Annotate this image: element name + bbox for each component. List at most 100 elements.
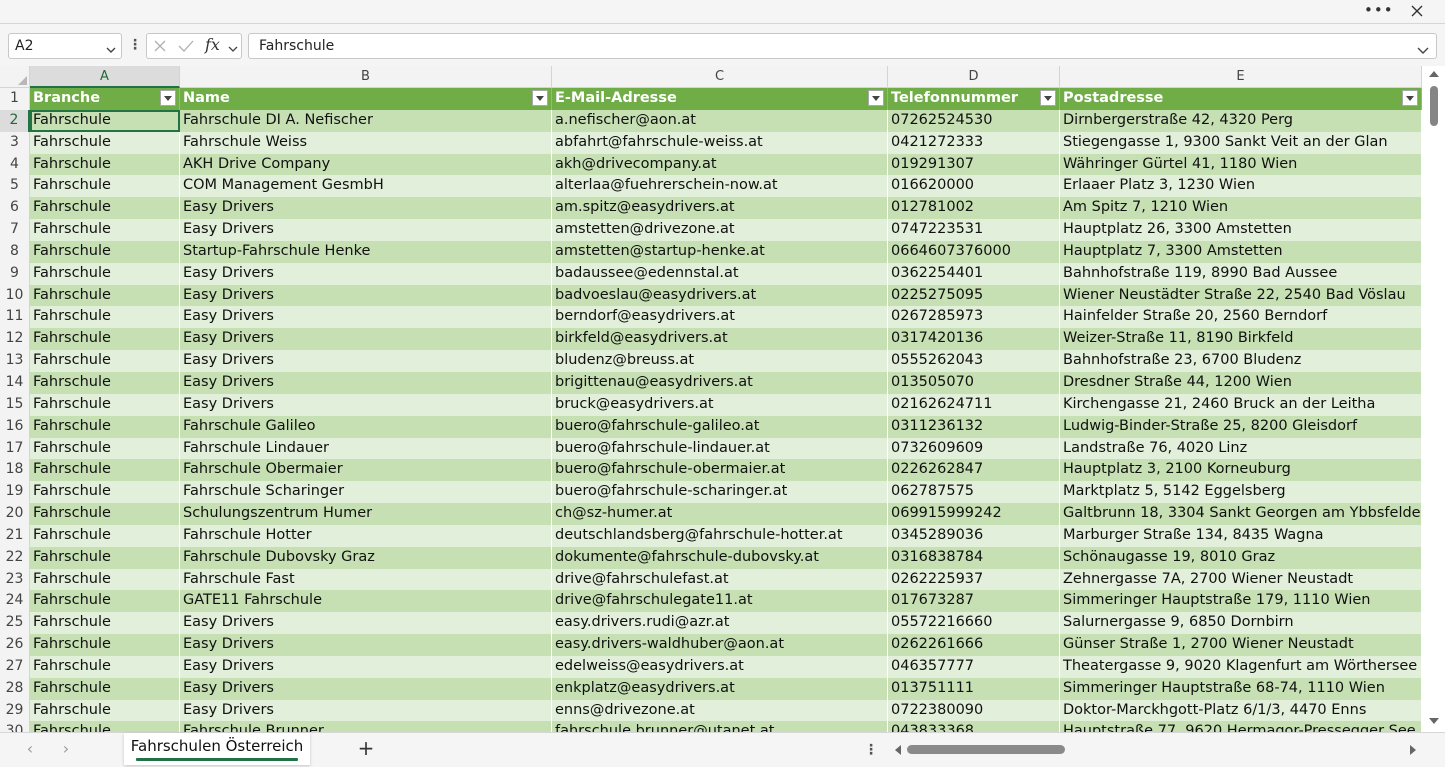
header-cell[interactable]: Telefonnummer	[888, 88, 1060, 110]
table-cell[interactable]: 012781002	[888, 197, 1060, 220]
table-cell[interactable]: Easy Drivers	[180, 306, 552, 329]
row-number[interactable]: 8	[0, 240, 30, 263]
table-cell[interactable]: Fahrschule	[30, 284, 180, 307]
row-number[interactable]: 25	[0, 612, 30, 635]
filter-dropdown-icon[interactable]	[1402, 90, 1418, 106]
table-cell[interactable]: Fahrschule Hotter	[180, 524, 552, 547]
sheet-tab[interactable]: Fahrschulen Österreich	[124, 733, 310, 765]
column-header-d[interactable]: D	[888, 66, 1060, 88]
table-cell[interactable]: Fahrschule Dubovsky Graz	[180, 546, 552, 569]
table-cell[interactable]: Fahrschule	[30, 350, 180, 372]
table-cell[interactable]: Fahrschule	[30, 524, 180, 547]
filter-dropdown-icon[interactable]	[532, 90, 548, 106]
table-cell[interactable]: enns@drivezone.at	[552, 699, 888, 722]
row-number[interactable]: 29	[0, 699, 30, 722]
row-number[interactable]: 16	[0, 415, 30, 438]
table-cell[interactable]: Fahrschule	[30, 568, 180, 591]
sheet-next-icon[interactable]: ›	[58, 741, 74, 758]
row-number[interactable]: 3	[0, 131, 30, 154]
table-cell[interactable]: 05572216660	[888, 612, 1060, 635]
expand-formula-icon[interactable]	[1416, 40, 1430, 64]
table-cell[interactable]: Easy Drivers	[180, 328, 552, 351]
formula-input[interactable]: Fahrschule	[248, 33, 1437, 59]
table-cell[interactable]: brigittenau@easydrivers.at	[552, 371, 888, 394]
table-cell[interactable]: 02162624711	[888, 393, 1060, 416]
table-cell[interactable]: 013505070	[888, 371, 1060, 394]
table-cell[interactable]: alterlaa@fuehrerschein-now.at	[552, 175, 888, 198]
add-sheet-button[interactable]: +	[356, 738, 376, 759]
header-cell[interactable]: Branche	[30, 88, 180, 110]
table-cell[interactable]: fahrschule.brunner@utanet.at	[552, 721, 888, 732]
table-cell[interactable]: 016620000	[888, 175, 1060, 198]
table-cell[interactable]: Doktor-Marckhgott-Platz 6/1/3, 4470 Enns	[1060, 699, 1422, 722]
table-cell[interactable]: Erlaaer Platz 3, 1230 Wien	[1060, 175, 1422, 198]
sheet-bar-menu-icon[interactable]: ⋮	[864, 741, 878, 761]
table-cell[interactable]: 0362254401	[888, 262, 1060, 285]
table-cell[interactable]: Fahrschule Brunner	[180, 721, 552, 732]
table-cell[interactable]: Fahrschule	[30, 655, 180, 678]
table-cell[interactable]: dokumente@fahrschule-dubovsky.at	[552, 546, 888, 569]
table-cell[interactable]: Fahrschule	[30, 677, 180, 700]
spreadsheet-grid[interactable]: A B C D E 1 Branche Name E-Mail-Adresse Tele…	[0, 66, 1445, 732]
table-cell[interactable]: Easy Drivers	[180, 393, 552, 416]
table-cell[interactable]: Theatergasse 9, 9020 Klagenfurt am Wörth…	[1060, 655, 1422, 678]
table-cell[interactable]: 0311236132	[888, 415, 1060, 438]
table-cell[interactable]: 0421272333	[888, 131, 1060, 154]
table-cell[interactable]: Weizer-Straße 11, 8190 Birkfeld	[1060, 328, 1422, 351]
table-cell[interactable]: Marburger Straße 134, 8435 Wagna	[1060, 524, 1422, 547]
table-cell[interactable]: abfahrt@fahrschule-weiss.at	[552, 131, 888, 154]
table-cell[interactable]: Fahrschule Fast	[180, 568, 552, 591]
table-cell[interactable]: Fahrschule	[30, 481, 180, 504]
table-cell[interactable]: 0555262043	[888, 350, 1060, 372]
table-cell[interactable]: 069915999242	[888, 503, 1060, 525]
table-cell[interactable]: Dirnbergerstraße 42, 4320 Perg	[1060, 109, 1422, 132]
row-number[interactable]: 1	[0, 88, 30, 110]
cancel-icon[interactable]	[152, 38, 168, 58]
row-number[interactable]: 2	[0, 109, 30, 132]
row-number[interactable]: 19	[0, 481, 30, 504]
table-cell[interactable]: birkfeld@easydrivers.at	[552, 328, 888, 351]
row-number[interactable]: 27	[0, 655, 30, 678]
table-cell[interactable]: 062787575	[888, 481, 1060, 504]
table-cell[interactable]: Hauptplatz 26, 3300 Amstetten	[1060, 219, 1422, 241]
table-cell[interactable]: easy.drivers.rudi@azr.at	[552, 612, 888, 635]
row-number[interactable]: 30	[0, 721, 30, 732]
table-cell[interactable]: Fahrschule Scharinger	[180, 481, 552, 504]
table-cell[interactable]: Fahrschule	[30, 175, 180, 198]
table-cell[interactable]: Fahrschule	[30, 109, 180, 132]
row-number[interactable]: 18	[0, 459, 30, 482]
table-cell[interactable]: 0226262847	[888, 459, 1060, 482]
table-cell[interactable]: Fahrschule	[30, 699, 180, 722]
table-cell[interactable]: Easy Drivers	[180, 219, 552, 241]
table-cell[interactable]: Schulungszentrum Humer	[180, 503, 552, 525]
table-cell[interactable]: Easy Drivers	[180, 371, 552, 394]
row-number[interactable]: 4	[0, 153, 30, 176]
table-cell[interactable]: Wiener Neustädter Straße 22, 2540 Bad Vö…	[1060, 284, 1422, 307]
row-number[interactable]: 13	[0, 350, 30, 372]
table-cell[interactable]: Easy Drivers	[180, 284, 552, 307]
table-cell[interactable]: akh@drivecompany.at	[552, 153, 888, 176]
row-number[interactable]: 28	[0, 677, 30, 700]
table-cell[interactable]: Fahrschule	[30, 306, 180, 329]
filter-dropdown-icon[interactable]	[160, 90, 176, 106]
table-cell[interactable]: Fahrschule DI A. Nefischer	[180, 109, 552, 132]
table-cell[interactable]: 046357777	[888, 655, 1060, 678]
row-number[interactable]: 12	[0, 328, 30, 351]
table-cell[interactable]: 019291307	[888, 153, 1060, 176]
table-cell[interactable]: Easy Drivers	[180, 655, 552, 678]
filter-dropdown-icon[interactable]	[1040, 90, 1056, 106]
scroll-right-icon[interactable]	[1410, 745, 1416, 755]
table-cell[interactable]: Fahrschule	[30, 153, 180, 176]
table-cell[interactable]: Zehnergasse 7A, 2700 Wiener Neustadt	[1060, 568, 1422, 591]
row-number[interactable]: 15	[0, 393, 30, 416]
table-cell[interactable]: Easy Drivers	[180, 677, 552, 700]
column-header-b[interactable]: B	[180, 66, 552, 88]
select-all-corner[interactable]	[0, 66, 30, 88]
table-cell[interactable]: Fahrschule	[30, 328, 180, 351]
row-number[interactable]: 21	[0, 524, 30, 547]
table-cell[interactable]: berndorf@easydrivers.at	[552, 306, 888, 329]
table-cell[interactable]: Stiegengasse 1, 9300 Sankt Veit an der G…	[1060, 131, 1422, 154]
row-number[interactable]: 22	[0, 546, 30, 569]
vertical-scrollbar[interactable]	[1425, 66, 1445, 732]
column-header-c[interactable]: C	[552, 66, 888, 88]
